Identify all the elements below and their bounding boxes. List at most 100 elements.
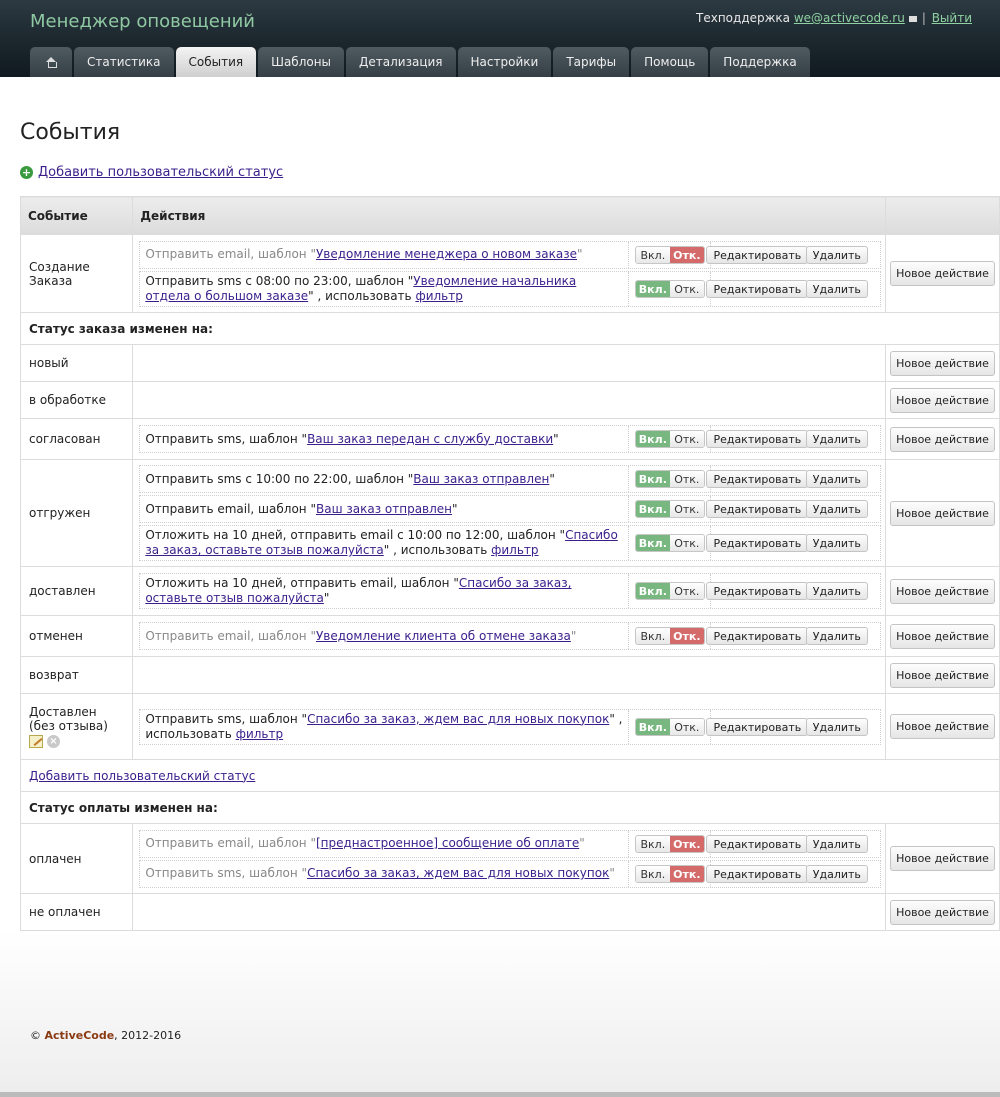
new-action-button[interactable]: Новое действие — [890, 426, 995, 452]
on-off-toggle[interactable]: Вкл. Отк. — [634, 717, 705, 736]
tab-statistics[interactable]: Статистика — [74, 47, 174, 77]
tab-templates[interactable]: Шаблоны — [258, 47, 345, 77]
add-custom-status-link[interactable]: Добавить пользовательский статус — [38, 165, 283, 180]
template-link[interactable]: Спасибо за заказ, ждем вас для новых пок… — [307, 712, 609, 726]
support-email-link[interactable]: we@activecode.ru — [794, 11, 905, 25]
new-action-button[interactable]: Новое действие — [890, 350, 995, 376]
toggle-off[interactable]: Отк. — [669, 471, 704, 487]
action-text: Отправить sms, шаблон "Спасибо за заказ,… — [140, 709, 630, 744]
toggle-off[interactable]: Отк. — [669, 246, 704, 263]
edit-button[interactable]: Редактировать — [706, 500, 809, 518]
on-off-toggle[interactable]: Вкл. Отк. — [634, 627, 705, 645]
on-off-toggle[interactable]: Вкл. Отк. — [634, 864, 705, 883]
on-off-toggle[interactable]: Вкл. Отк. — [634, 834, 705, 853]
support-label: Техподдержка — [696, 11, 791, 25]
on-off-toggle[interactable]: Вкл. Отк. — [634, 279, 705, 298]
add-custom-status-link[interactable]: Добавить пользовательский статус — [29, 769, 255, 783]
edit-status-icon[interactable] — [29, 735, 43, 748]
on-off-toggle[interactable]: Вкл. Отк. — [634, 500, 705, 518]
tab-settings[interactable]: Настройки — [457, 47, 552, 77]
delete-button[interactable]: Удалить — [805, 717, 868, 736]
edit-button[interactable]: Редактировать — [706, 245, 809, 264]
edit-button[interactable]: Редактировать — [706, 534, 809, 552]
filter-link[interactable]: фильтр — [236, 727, 283, 741]
toggle-off[interactable]: Отк. — [669, 865, 704, 882]
new-action-button[interactable]: Новое действие — [890, 899, 995, 925]
edit-button[interactable]: Редактировать — [706, 717, 809, 736]
delete-status-icon[interactable]: × — [47, 735, 60, 748]
tab-home[interactable] — [30, 47, 72, 77]
delete-button[interactable]: Удалить — [805, 864, 868, 883]
template-link[interactable]: Ваш заказ отправлен — [316, 502, 452, 516]
edit-button[interactable]: Редактировать — [706, 582, 809, 600]
tab-help[interactable]: Помощь — [631, 47, 709, 77]
toggle-on[interactable]: Вкл. — [635, 280, 670, 297]
toggle-off[interactable]: Отк. — [669, 431, 704, 447]
new-action-button[interactable]: Новое действие — [890, 578, 995, 604]
edit-button[interactable]: Редактировать — [706, 279, 809, 298]
toggle-on[interactable]: Вкл. — [635, 583, 670, 599]
toggle-on[interactable]: Вкл. — [635, 501, 670, 517]
toggle-on[interactable]: Вкл. — [635, 246, 670, 263]
delete-button[interactable]: Удалить — [805, 430, 868, 448]
delete-button[interactable]: Удалить — [805, 582, 868, 600]
template-link[interactable]: Ваш заказ отправлен — [413, 472, 549, 486]
delete-button[interactable]: Удалить — [805, 627, 868, 645]
tab-events[interactable]: События — [175, 47, 257, 77]
on-off-toggle[interactable]: Вкл. Отк. — [634, 245, 705, 264]
edit-button[interactable]: Редактировать — [706, 864, 809, 883]
delete-button[interactable]: Удалить — [805, 534, 868, 552]
toggle-off[interactable]: Отк. — [669, 718, 704, 735]
new-action-button[interactable]: Новое действие — [890, 387, 995, 413]
tab-details[interactable]: Детализация — [346, 47, 456, 77]
tab-support[interactable]: Поддержка — [710, 47, 810, 77]
template-link[interactable]: Уведомление менеджера о новом заказе — [316, 247, 577, 261]
toggle-on[interactable]: Вкл. — [635, 718, 670, 735]
new-action-button[interactable]: Новое действие — [890, 500, 995, 526]
copyright-years: , 2012-2016 — [114, 1029, 182, 1042]
toggle-on[interactable]: Вкл. — [635, 431, 670, 447]
toggle-off[interactable]: Отк. — [669, 628, 704, 644]
new-action-button[interactable]: Новое действие — [890, 662, 995, 688]
tab-tariffs[interactable]: Тарифы — [553, 47, 630, 77]
new-action-button[interactable]: Новое действие — [890, 846, 995, 871]
toggle-off[interactable]: Отк. — [669, 501, 704, 517]
delete-button[interactable]: Удалить — [805, 500, 868, 518]
toggle-off[interactable]: Отк. — [669, 535, 704, 551]
on-off-toggle[interactable]: Вкл. Отк. — [634, 430, 705, 448]
toggle-on[interactable]: Вкл. — [635, 471, 670, 487]
edit-button[interactable]: Редактировать — [706, 834, 809, 853]
toggle-on[interactable]: Вкл. — [635, 865, 670, 882]
new-action-button[interactable]: Новое действие — [890, 623, 995, 649]
on-off-toggle[interactable]: Вкл. Отк. — [634, 582, 705, 600]
section-title: Статус заказа изменен на: — [20, 312, 1000, 345]
actions-cell: Отправить email, шаблон "Уведомление мен… — [132, 234, 887, 313]
template-link[interactable]: Спасибо за заказ, ждем вас для новых пок… — [307, 866, 609, 880]
new-action-button[interactable]: Новое действие — [890, 714, 995, 739]
template-link[interactable]: Ваш заказ передан с службу доставки — [307, 432, 553, 446]
section-payment-status: Статус оплаты изменен на: — [20, 791, 1000, 824]
delete-button[interactable]: Удалить — [805, 279, 868, 298]
edit-button[interactable]: Редактировать — [706, 470, 809, 488]
edit-button[interactable]: Редактировать — [706, 627, 809, 645]
toggle-off[interactable]: Отк. — [669, 835, 704, 852]
template-link[interactable]: Уведомление клиента об отмене заказа — [316, 629, 571, 643]
toggle-on[interactable]: Вкл. — [635, 835, 670, 852]
edit-button[interactable]: Редактировать — [706, 430, 809, 448]
on-off-toggle[interactable]: Вкл. Отк. — [634, 470, 705, 488]
filter-link[interactable]: фильтр — [491, 543, 538, 557]
delete-button[interactable]: Удалить — [805, 470, 868, 488]
actions-cell — [132, 344, 887, 382]
col-empty-header — [885, 196, 1000, 235]
filter-link[interactable]: фильтр — [415, 289, 462, 303]
on-off-toggle[interactable]: Вкл. Отк. — [634, 534, 705, 552]
toggle-off[interactable]: Отк. — [669, 280, 704, 297]
delete-button[interactable]: Удалить — [805, 245, 868, 264]
delete-button[interactable]: Удалить — [805, 834, 868, 853]
template-link[interactable]: [преднастроенное] сообщение об оплате — [316, 836, 579, 850]
new-action-button[interactable]: Новое действие — [890, 261, 995, 286]
toggle-on[interactable]: Вкл. — [635, 628, 670, 644]
toggle-on[interactable]: Вкл. — [635, 535, 670, 551]
logout-link[interactable]: Выйти — [932, 11, 972, 25]
toggle-off[interactable]: Отк. — [669, 583, 704, 599]
